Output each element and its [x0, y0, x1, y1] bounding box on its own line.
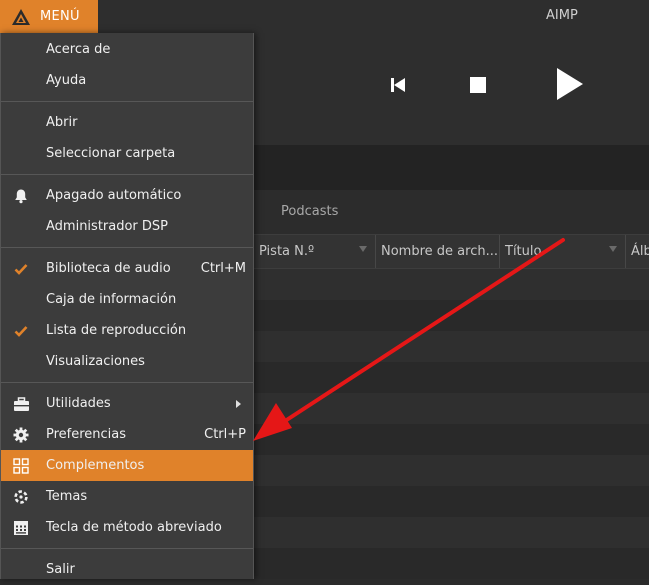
menu-item-shortcut: Ctrl+P — [204, 427, 246, 442]
menu-item-audio-library[interactable]: Biblioteca de audio Ctrl+M — [1, 253, 253, 284]
menu-separator — [1, 382, 253, 383]
menu-item-dsp-manager[interactable]: Administrador DSP — [1, 211, 253, 242]
menu-separator — [1, 101, 253, 102]
toolbox-icon — [12, 395, 30, 413]
menu-item-exit[interactable]: Salir — [1, 554, 253, 585]
menu-separator — [1, 174, 253, 175]
menu-item-label: Biblioteca de audio — [46, 261, 171, 276]
app-title: AIMP — [546, 8, 578, 23]
plugins-icon — [12, 457, 30, 475]
column-title[interactable]: Título — [500, 235, 626, 268]
submenu-arrow-icon — [236, 400, 241, 408]
filter-icon[interactable] — [609, 246, 617, 252]
menu-item-select-folder[interactable]: Seleccionar carpeta — [1, 138, 253, 169]
bell-icon — [12, 187, 30, 205]
main-menu-button[interactable]: MENÚ — [0, 0, 98, 33]
main-menu-dropdown: Acerca de Ayuda Abrir Seleccionar carpet… — [0, 33, 254, 579]
menu-item-open[interactable]: Abrir — [1, 107, 253, 138]
menu-item-help[interactable]: Ayuda — [1, 65, 253, 96]
menu-item-label: Lista de reproducción — [46, 323, 187, 338]
column-label: Pista N.º — [259, 244, 315, 259]
menu-item-about[interactable]: Acerca de — [1, 34, 253, 65]
menu-item-themes[interactable]: Temas — [1, 481, 253, 512]
menu-item-label: Caja de información — [46, 292, 177, 307]
menu-item-preferences[interactable]: Preferencias Ctrl+P — [1, 419, 253, 450]
keyboard-icon — [12, 519, 30, 537]
aimp-logo-icon — [12, 8, 30, 25]
menu-item-label: Administrador DSP — [46, 219, 169, 234]
column-label: Álb — [631, 244, 649, 259]
play-icon[interactable] — [555, 67, 585, 101]
menu-item-playlist[interactable]: Lista de reproducción — [1, 315, 253, 346]
column-label: Título — [505, 244, 542, 259]
menu-item-label: Seleccionar carpeta — [46, 146, 176, 161]
column-track-number[interactable]: Pista N.º — [254, 235, 376, 268]
menu-item-label: Temas — [46, 489, 88, 504]
menu-item-plugins[interactable]: Complementos — [1, 450, 253, 481]
column-album[interactable]: Álb — [626, 235, 649, 268]
menu-item-visualizations[interactable]: Visualizaciones — [1, 346, 253, 377]
menu-item-label: Preferencias — [46, 427, 127, 442]
menu-item-label: Complementos — [46, 458, 145, 473]
menu-separator — [1, 247, 253, 248]
menu-item-label: Salir — [46, 562, 75, 577]
column-filename[interactable]: Nombre de arch... — [376, 235, 500, 268]
filter-icon[interactable] — [359, 246, 367, 252]
stop-icon[interactable] — [469, 76, 487, 94]
menu-item-label: Abrir — [46, 115, 78, 130]
menu-item-utilities[interactable]: Utilidades — [1, 388, 253, 419]
menu-item-label: Apagado automático — [46, 188, 182, 203]
menu-item-label: Acerca de — [46, 42, 111, 57]
themes-icon — [12, 488, 30, 506]
main-menu-label: MENÚ — [40, 9, 80, 24]
checkmark-icon — [12, 260, 30, 278]
menu-item-auto-shutdown[interactable]: Apagado automático — [1, 180, 253, 211]
menu-separator — [1, 548, 253, 549]
menu-item-shortcut: Ctrl+M — [200, 261, 246, 276]
menu-item-label: Ayuda — [46, 73, 87, 88]
tab-podcasts[interactable]: Podcasts — [281, 204, 338, 219]
gear-icon — [12, 426, 30, 444]
menu-item-hotkeys[interactable]: Tecla de método abreviado — [1, 512, 253, 543]
column-label: Nombre de arch... — [381, 244, 498, 259]
previous-track-icon[interactable] — [389, 76, 407, 94]
menu-item-label: Tecla de método abreviado — [46, 520, 222, 535]
menu-item-info-box[interactable]: Caja de información — [1, 284, 253, 315]
checkmark-icon — [12, 322, 30, 340]
menu-item-label: Visualizaciones — [46, 354, 145, 369]
menu-item-label: Utilidades — [46, 396, 111, 411]
